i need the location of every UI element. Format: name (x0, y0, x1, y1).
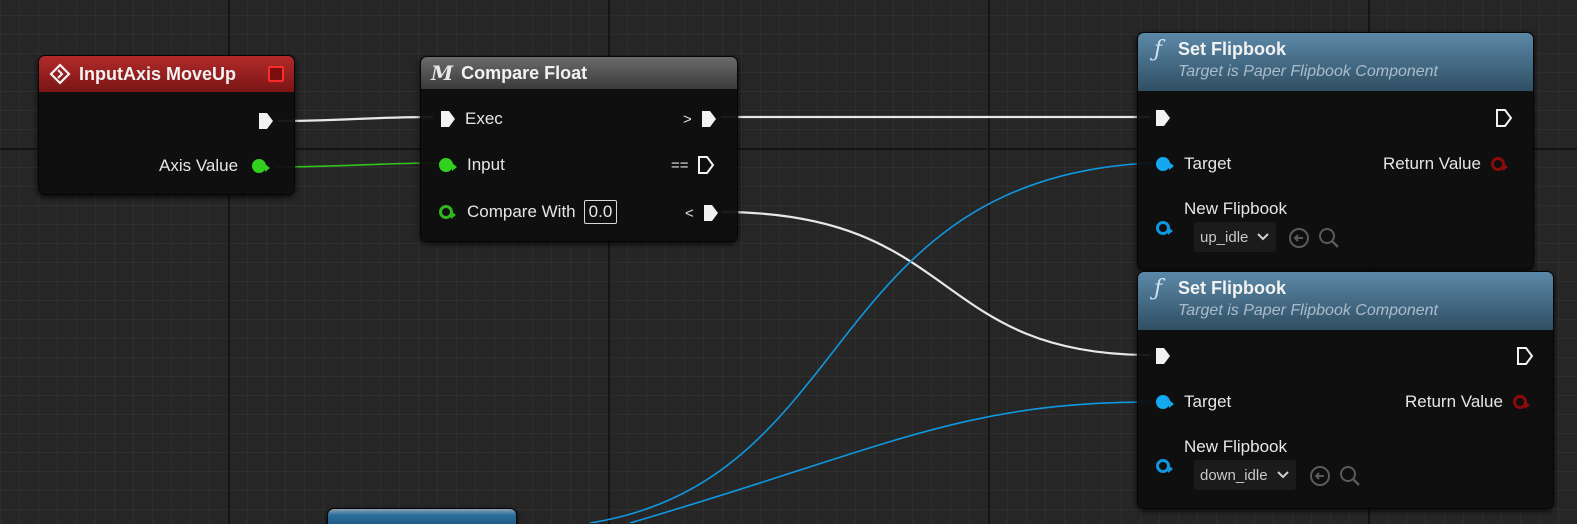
node-title: Set Flipbook (1178, 39, 1286, 59)
pin-label: New Flipbook (1184, 437, 1287, 456)
new-flipbook-label-row: New Flipbook (1184, 199, 1287, 219)
input-axis-header[interactable]: InputAxis MoveUp (39, 56, 294, 92)
offscreen-node-header[interactable] (328, 509, 516, 524)
compare-float-node[interactable]: M Compare Float Exec Input Compare With … (420, 56, 738, 242)
object-wire (629, 401, 1151, 523)
exec-pin-icon[interactable] (1154, 108, 1172, 128)
dropdown-value: up_idle (1200, 228, 1249, 246)
set-flipbook-header[interactable]: ƒ Set Flipbook Target is Paper Flipbook … (1138, 272, 1553, 330)
target-pin-row[interactable]: Target (1156, 392, 1231, 412)
function-f-icon: ƒ (1154, 276, 1163, 301)
pin-label: Target (1184, 392, 1232, 411)
use-selected-arrow-icon[interactable] (1309, 465, 1331, 487)
return-value-pin-row[interactable]: Return Value (1383, 154, 1508, 174)
exec-in-pin-row[interactable] (1154, 346, 1172, 366)
exec-in-pin-row[interactable] (1154, 108, 1172, 128)
use-selected-arrow-icon[interactable] (1288, 227, 1310, 249)
compare-with-value-input[interactable]: 0.0 (583, 200, 618, 224)
node-title: Set Flipbook (1178, 278, 1286, 298)
pin-label: New Flipbook (1184, 199, 1287, 218)
exec-pin-icon[interactable] (700, 109, 718, 129)
exec-out-pin-row[interactable] (257, 111, 275, 131)
pin-label: Input (467, 155, 505, 174)
exec-pin-icon[interactable] (702, 203, 720, 223)
pin-label: Return Value (1405, 392, 1503, 411)
chevron-down-icon (1256, 229, 1270, 245)
target-pin-row[interactable]: Target (1156, 154, 1231, 174)
exec-pin-icon[interactable] (439, 109, 457, 129)
pin-label: Exec (465, 109, 503, 128)
new-flipbook-pin-row[interactable] (1156, 221, 1173, 235)
pin-label: Axis Value (159, 156, 239, 175)
greater-exec-out-row[interactable]: > (683, 109, 718, 129)
flipbook-asset-dropdown[interactable]: up_idle (1194, 222, 1277, 252)
node-subtitle: Target is Paper Flipbook Component (1178, 302, 1438, 319)
object-pin-icon[interactable] (1156, 459, 1173, 473)
float-pin-icon[interactable] (439, 205, 456, 219)
new-flipbook-pin-row[interactable] (1156, 459, 1173, 473)
exec-out-pin-row[interactable] (1495, 108, 1513, 128)
set-flipbook-header[interactable]: ƒ Set Flipbook Target is Paper Flipbook … (1138, 33, 1533, 91)
float-pin-icon[interactable] (252, 159, 271, 173)
function-f-icon: ƒ (1154, 37, 1163, 62)
op-less-label: < (685, 204, 694, 222)
less-exec-out-row[interactable]: < (685, 203, 720, 223)
exec-pin-icon[interactable] (257, 111, 275, 131)
exec-wire (720, 210, 1151, 357)
exec-out-pin-row[interactable] (1516, 346, 1534, 366)
object-pin-icon[interactable] (1512, 395, 1530, 409)
op-greater-label: > (683, 110, 692, 128)
pin-label: Compare With (467, 202, 576, 221)
node-title: Compare Float (461, 62, 588, 83)
compare-float-header[interactable]: M Compare Float (421, 57, 737, 89)
exec-pin-icon[interactable] (1154, 346, 1172, 366)
exec-pin-icon[interactable] (1516, 346, 1534, 366)
node-title: InputAxis MoveUp (79, 63, 237, 84)
exec-wire (277, 115, 434, 123)
set-flipbook-node-2[interactable]: ƒ Set Flipbook Target is Paper Flipbook … (1137, 271, 1554, 509)
offscreen-variable-node[interactable] (327, 508, 517, 524)
object-pin-icon[interactable] (1490, 157, 1508, 171)
new-flipbook-label-row: New Flipbook (1184, 437, 1287, 457)
axis-value-pin-row[interactable]: Axis Value (159, 156, 271, 176)
browse-search-icon[interactable] (1318, 227, 1340, 249)
event-diamond-icon (49, 63, 71, 85)
browse-search-icon[interactable] (1339, 465, 1361, 487)
object-pin-icon[interactable] (1156, 157, 1174, 171)
object-pin-icon[interactable] (1156, 221, 1173, 235)
object-pin-icon[interactable] (1156, 395, 1174, 409)
flipbook-asset-dropdown[interactable]: down_idle (1194, 460, 1296, 490)
return-value-pin-row[interactable]: Return Value (1405, 392, 1530, 412)
float-pin-icon[interactable] (439, 158, 457, 172)
float-wire (275, 162, 441, 168)
input-pin-row[interactable]: Input (439, 155, 505, 175)
chevron-down-icon (1276, 467, 1290, 483)
node-subtitle: Target is Paper Flipbook Component (1178, 63, 1438, 80)
compare-with-pin-row[interactable]: Compare With 0.0 (439, 200, 618, 224)
dropdown-value: down_idle (1200, 466, 1268, 484)
op-equal-label: == (671, 156, 689, 174)
pin-label: Return Value (1383, 154, 1481, 173)
exec-in-pin-row[interactable]: Exec (439, 109, 503, 129)
exec-pin-icon[interactable] (1495, 108, 1513, 128)
pin-label: Target (1184, 154, 1232, 173)
equal-exec-out-row[interactable]: == (671, 155, 715, 175)
macro-m-icon: M (431, 61, 454, 85)
input-axis-node[interactable]: InputAxis MoveUp Axis Value (38, 55, 295, 195)
exec-pin-icon[interactable] (697, 155, 715, 175)
delegate-square-icon[interactable] (268, 66, 284, 82)
set-flipbook-node-1[interactable]: ƒ Set Flipbook Target is Paper Flipbook … (1137, 32, 1534, 270)
